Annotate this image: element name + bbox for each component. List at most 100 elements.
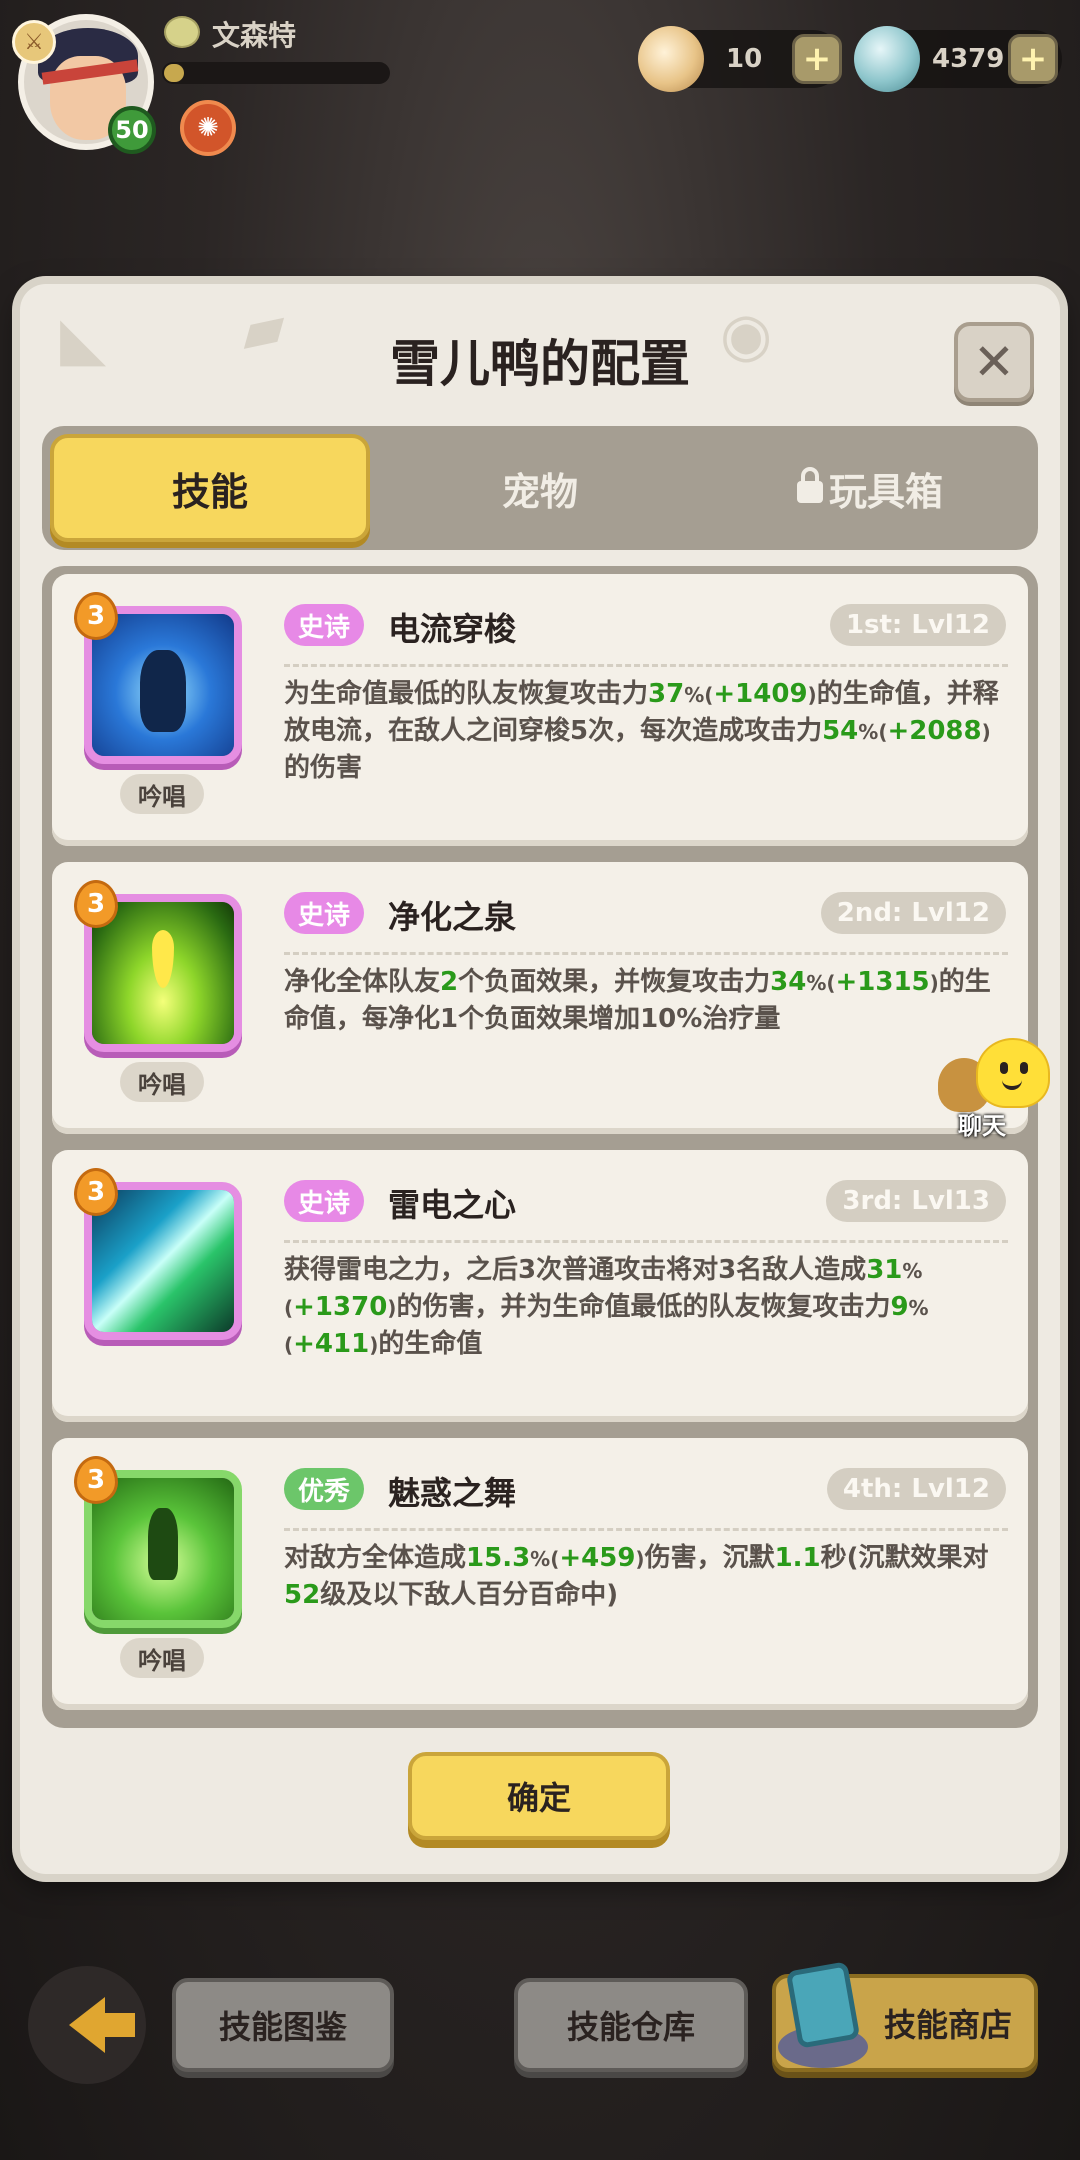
xp-bar-fill xyxy=(164,64,185,82)
slot-level-tag: 4th: Lvl12 xyxy=(826,1468,1006,1510)
skill-name: 魅惑之舞 xyxy=(388,1474,517,1512)
close-icon: ✕ xyxy=(973,333,1015,391)
highlight-value: +1315 xyxy=(835,967,930,997)
player-title-icon xyxy=(164,16,200,48)
guild-icon[interactable]: ✺ xyxy=(180,100,236,156)
skill-guide-button[interactable]: 技能图鉴 xyxy=(172,1978,394,2072)
highlight-value: +1409 xyxy=(713,679,808,709)
tab-label: 技能 xyxy=(171,469,248,514)
tab-label: 宠物 xyxy=(501,469,578,514)
description-text: 净化全体队友 xyxy=(284,967,441,997)
description-text: 个负面效果，并恢复攻击力 xyxy=(458,967,771,997)
player-level: 50 xyxy=(108,106,156,154)
skill-count-badge: 3 xyxy=(74,1456,118,1504)
skill-warehouse-button[interactable]: 技能仓库 xyxy=(514,1978,748,2072)
skill-card[interactable]: 3 吟唱 史诗 电流穿梭 1st: Lvl12 为生命值最低的队友恢复攻击力37… xyxy=(52,574,1028,846)
skill-list: 3 吟唱 史诗 电流穿梭 1st: Lvl12 为生命值最低的队友恢复攻击力37… xyxy=(42,566,1038,1728)
description-text: %( xyxy=(684,683,714,707)
shop-icon-frame xyxy=(785,1961,861,2049)
description-text: 的生命值 xyxy=(378,1329,483,1359)
skill-name: 电流穿梭 xyxy=(388,610,517,648)
skill-card[interactable]: 3 吟唱 优秀 魅惑之舞 4th: Lvl12 对敌方全体造成15.3%(+45… xyxy=(52,1438,1028,1710)
skill-description: 对敌方全体造成15.3%(+459)伤害，沉默1.1秒(沉默效果对 52级及以下敌… xyxy=(284,1540,1008,1613)
skill-card[interactable]: 3 吟唱 史诗 净化之泉 2nd: Lvl12 净化全体队友2个负面效果，并恢复… xyxy=(52,862,1028,1134)
back-button[interactable] xyxy=(28,1966,146,2084)
highlight-value: 31 xyxy=(866,1255,903,1285)
tab-toybox[interactable]: 玩具箱 xyxy=(710,434,1030,542)
tab-label: 玩具箱 xyxy=(828,469,943,514)
tab-pets[interactable]: 宠物 xyxy=(380,434,700,542)
divider xyxy=(284,952,1008,955)
chat-icon xyxy=(976,1038,1050,1108)
shell-icon xyxy=(638,26,704,92)
highlight-value: +2088 xyxy=(887,716,982,746)
slot-level-tag: 3rd: Lvl13 xyxy=(826,1180,1006,1222)
description-text: ) xyxy=(369,1333,379,1357)
rarity-badge: 史诗 xyxy=(284,892,365,934)
skill-count-badge: 3 xyxy=(74,1168,118,1216)
chat-icon-eye xyxy=(1020,1062,1028,1074)
skill-description: 净化全体队友2个负面效果，并恢复攻击力34%(+1315)的生命值，每净化1个负… xyxy=(284,964,1008,1037)
add-shell-button[interactable]: + xyxy=(792,34,842,84)
description-text: 获得雷电之力，之后3次普通攻击将对3名敌人造成 xyxy=(284,1255,867,1285)
description-text: 的伤害，并为生命值最低的队友恢复攻击力 xyxy=(396,1292,891,1322)
skill-count-badge: 3 xyxy=(74,880,118,928)
highlight-value: 37 xyxy=(648,679,685,709)
description-text: ) xyxy=(929,971,939,995)
divider xyxy=(284,664,1008,667)
shop-icon xyxy=(772,1961,872,2076)
rarity-badge: 史诗 xyxy=(284,1180,365,1222)
description-text: ) xyxy=(635,1547,645,1571)
description-text: ) xyxy=(981,720,991,744)
description-text: %( xyxy=(530,1547,560,1571)
shop-label: 技能商店 xyxy=(883,2006,1012,2044)
confirm-button[interactable]: 确定 xyxy=(408,1752,670,1840)
highlight-value: 9 xyxy=(890,1292,909,1322)
skill-description: 获得雷电之力，之后3次普通攻击将对3名敌人造成31%(+1370)的伤害，并为生… xyxy=(284,1252,1008,1363)
description-text: 伤害，沉默 xyxy=(644,1543,775,1573)
divider xyxy=(284,1528,1008,1531)
description-text: 秒(沉默效果对 xyxy=(820,1543,989,1573)
gem-count: 4379 xyxy=(932,44,1005,74)
description-text: ) xyxy=(807,683,817,707)
description-text: 级及以下敌人百分百命中) xyxy=(320,1580,619,1610)
highlight-value: 34 xyxy=(770,967,807,997)
chat-button[interactable]: 聊天 xyxy=(938,1036,1050,1140)
slot-level-tag: 1st: Lvl12 xyxy=(829,604,1006,646)
sword-icon: ⚔ xyxy=(12,20,56,64)
shell-count: 10 xyxy=(726,44,763,74)
highlight-value: +1370 xyxy=(293,1292,388,1322)
dialog-title: 雪儿鸭的配置 xyxy=(390,335,690,393)
chant-label: 吟唱 xyxy=(120,1062,204,1102)
skill-shop-button[interactable]: 技能商店 xyxy=(772,1961,1038,2072)
highlight-value: 54 xyxy=(822,716,859,746)
highlight-value: 15.3 xyxy=(466,1543,531,1573)
xp-bar xyxy=(162,62,390,84)
rarity-badge: 史诗 xyxy=(284,604,365,646)
skill-name: 雷电之心 xyxy=(388,1186,517,1224)
description-text: 为生命值最低的队友恢复攻击力 xyxy=(284,679,649,709)
player-name: 文森特 xyxy=(212,19,297,52)
lock-icon xyxy=(796,467,823,503)
divider xyxy=(284,1240,1008,1243)
add-gem-button[interactable]: + xyxy=(1008,34,1058,84)
close-button[interactable]: ✕ xyxy=(954,322,1034,402)
description-text: %( xyxy=(806,971,836,995)
highlight-value: 1.1 xyxy=(774,1543,821,1573)
description-text: 对敌方全体造成 xyxy=(284,1543,467,1573)
skill-count-badge: 3 xyxy=(74,592,118,640)
highlight-value: 52 xyxy=(284,1580,321,1610)
gem-icon xyxy=(854,26,920,92)
highlight-value: +459 xyxy=(559,1543,636,1573)
back-arrow-icon xyxy=(69,1997,135,2053)
skill-card[interactable]: 3 史诗 雷电之心 3rd: Lvl13 获得雷电之力，之后3次普通攻击将对3名… xyxy=(52,1150,1028,1422)
slot-level-tag: 2nd: Lvl12 xyxy=(820,892,1006,934)
tab-skills[interactable]: 技能 xyxy=(50,434,370,542)
skill-name: 净化之泉 xyxy=(388,898,517,936)
chant-label: 吟唱 xyxy=(120,1638,204,1678)
tab-bar: 技能 宠物 玩具箱 xyxy=(42,426,1038,550)
highlight-value: 2 xyxy=(440,967,459,997)
chat-label: 聊天 xyxy=(958,1112,1006,1140)
chat-icon-eye xyxy=(1000,1062,1008,1074)
chant-label: 吟唱 xyxy=(120,774,204,814)
